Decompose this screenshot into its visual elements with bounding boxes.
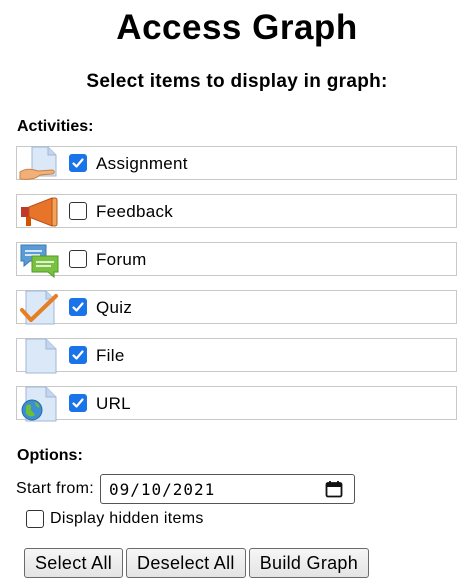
file-checkbox[interactable] <box>69 346 87 364</box>
start-date-value: 09/10/2021 <box>108 480 216 499</box>
select-all-button[interactable]: Select All <box>24 548 124 578</box>
url-label: URL <box>96 394 131 413</box>
activity-row-file: File <box>16 338 457 374</box>
activity-row-forum: Forum <box>16 242 457 279</box>
start-from-label: Start from: <box>16 480 94 497</box>
forum-icon <box>18 242 62 279</box>
page-subtitle: Select items to display in graph: <box>86 71 388 92</box>
display-hidden-label: Display hidden items <box>50 510 204 527</box>
activity-row-assignment: Assignment <box>16 146 457 180</box>
build-graph-button[interactable]: Build Graph <box>248 548 370 578</box>
assignment-checkbox[interactable] <box>69 154 87 172</box>
file-icon <box>18 338 62 374</box>
forum-label: Forum <box>96 250 147 269</box>
activities-list: Assignment Feedback Forum Quiz File URL <box>16 146 457 434</box>
assignment-label: Assignment <box>96 154 188 173</box>
page-title: Access Graph <box>116 8 358 47</box>
activity-row-feedback: Feedback <box>16 194 457 228</box>
file-label: File <box>96 346 125 365</box>
activity-row-quiz: Quiz <box>16 290 457 326</box>
calendar-icon[interactable] <box>325 480 343 498</box>
url-globe-icon <box>18 386 62 422</box>
feedback-checkbox[interactable] <box>69 202 87 220</box>
quiz-icon <box>18 290 62 326</box>
activities-heading: Activities: <box>17 118 94 135</box>
display-hidden-row: Display hidden items <box>26 510 204 528</box>
assignment-icon <box>18 146 62 182</box>
megaphone-icon <box>18 194 62 230</box>
start-date-input[interactable]: 09/10/2021 <box>99 474 355 504</box>
display-hidden-checkbox[interactable] <box>26 510 44 528</box>
deselect-all-button[interactable]: Deselect All <box>126 548 246 578</box>
activity-row-url: URL <box>16 386 457 422</box>
quiz-label: Quiz <box>96 298 133 317</box>
forum-checkbox[interactable] <box>69 250 87 268</box>
action-buttons: Select All Deselect All Build Graph <box>24 548 372 578</box>
url-checkbox[interactable] <box>69 394 87 412</box>
feedback-label: Feedback <box>96 202 174 221</box>
options-heading: Options: <box>17 447 83 464</box>
quiz-checkbox[interactable] <box>69 298 87 316</box>
start-from-row: Start from: 09/10/2021 <box>16 474 355 504</box>
